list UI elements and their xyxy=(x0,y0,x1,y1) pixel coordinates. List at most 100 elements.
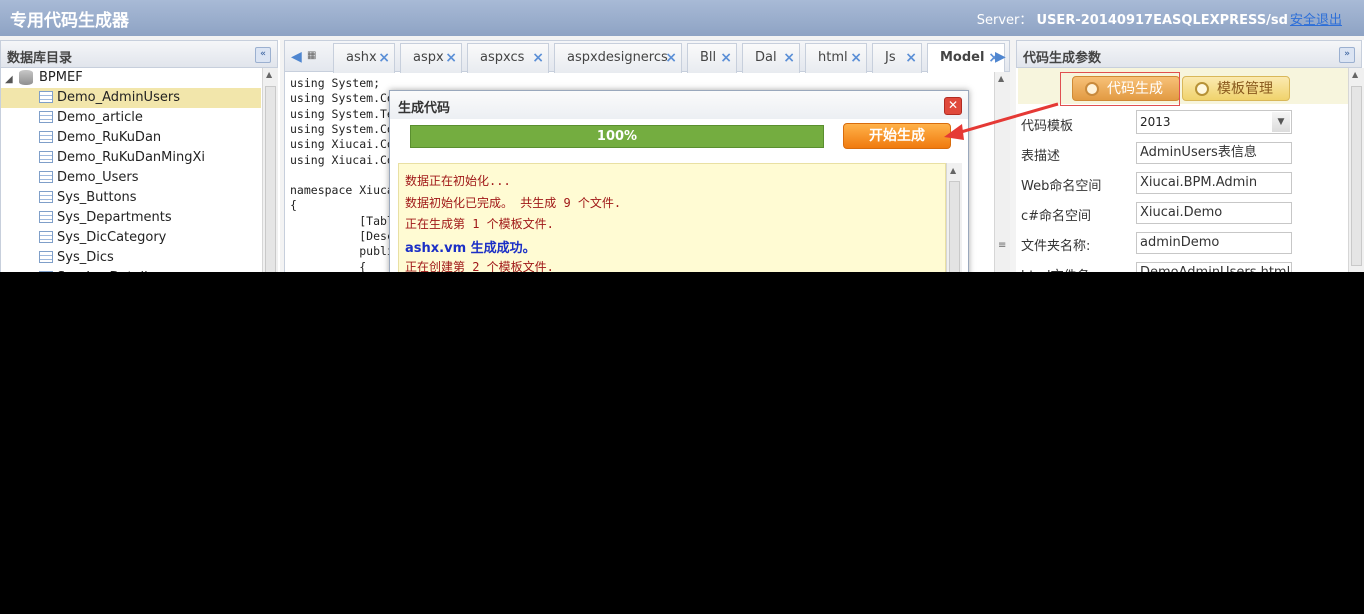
template-manage-button[interactable]: 模板管理 xyxy=(1182,76,1290,101)
close-icon[interactable]: × xyxy=(720,44,732,72)
tab-ashx[interactable]: ashx × xyxy=(333,43,395,73)
close-icon[interactable]: × xyxy=(378,44,390,72)
tab-html[interactable]: html × xyxy=(805,43,867,73)
table-icon xyxy=(39,251,53,263)
code-line: publi xyxy=(290,244,394,259)
log-scrollbar[interactable]: ▲ xyxy=(946,163,962,272)
close-icon[interactable]: × xyxy=(783,44,795,72)
params-panel: 代码生成参数 » 代码生成 模板管理 代码模板 2013 ▼ 表描述 AdminUser… xyxy=(1016,40,1364,272)
code-line: [Desc xyxy=(290,229,394,243)
field-label: Web命名空间 xyxy=(1021,179,1102,194)
tab-aspxdesignercs[interactable]: aspxdesignercs × xyxy=(554,43,682,73)
tree-item[interactable]: Sys_LogDetail xyxy=(1,268,261,272)
log-line: 正在生成第 1 个模板文件. xyxy=(405,217,554,231)
tree-item-label: Sys_Departments xyxy=(57,210,172,225)
tree-item[interactable]: Demo_article xyxy=(1,108,261,128)
gear-icon xyxy=(1195,82,1209,96)
scroll-thumb[interactable] xyxy=(1351,86,1362,266)
tree-item[interactable]: Demo_AdminUsers xyxy=(1,88,261,108)
scroll-thumb[interactable] xyxy=(949,181,960,272)
field-label: 表描述 xyxy=(1021,149,1061,164)
tab-model[interactable]: Model × xyxy=(927,43,1005,73)
tab-label: Dal xyxy=(755,50,777,65)
text-field[interactable]: AdminUsers表信息 xyxy=(1136,142,1292,164)
field-label: html文件名 xyxy=(1021,265,1090,272)
action-bar: 代码生成 模板管理 xyxy=(1018,68,1354,106)
tab-js[interactable]: Js × xyxy=(872,43,922,73)
params-scrollbar[interactable]: ▲ xyxy=(1348,68,1364,272)
tree-item-label: Demo_AdminUsers xyxy=(57,90,180,105)
scroll-up-icon[interactable]: ▲ xyxy=(950,166,956,175)
code-line: using System.Te xyxy=(290,106,394,121)
field-label: 文件夹名称: xyxy=(1021,239,1091,254)
highlight-box xyxy=(1060,72,1180,106)
tab-aspx[interactable]: aspx × xyxy=(400,43,462,73)
tab-bll[interactable]: Bll × xyxy=(687,43,737,73)
close-icon[interactable]: × xyxy=(532,44,544,72)
tree-item[interactable]: Sys_Buttons xyxy=(1,188,261,208)
text-field[interactable]: Xiucai.Demo xyxy=(1136,202,1292,224)
tab-scroll-left-icon[interactable]: ◀ xyxy=(291,49,302,65)
form-row: Web命名空间 Xiucai.BPM.Admin xyxy=(1020,172,1350,196)
chevron-down-icon[interactable]: ▼ xyxy=(1272,112,1290,132)
tree-item-label: Sys_LogDetail xyxy=(57,268,148,272)
collapse-left-icon[interactable]: « xyxy=(255,47,271,63)
tab-label: html xyxy=(818,50,848,65)
tab-bar: ◀ ▦ ashx × aspx × aspxcs × aspxdesignercs × Bll ×… xyxy=(284,40,1010,73)
code-line: using Xiucai.Co xyxy=(290,137,394,152)
title-bar: 专用代码生成器 Server： USER-20140917EASQLEXPRES… xyxy=(0,0,1364,36)
tree-item[interactable]: Demo_RuKuDanMingXi xyxy=(1,148,261,168)
tab-label: Bll xyxy=(700,50,717,65)
tree-item[interactable]: Sys_Dics xyxy=(1,248,261,268)
code-line: { xyxy=(290,259,367,272)
close-icon[interactable]: × xyxy=(445,44,457,72)
tree-item[interactable]: Sys_Departments xyxy=(1,208,261,228)
text-field[interactable]: DemoAdminUsers.html xyxy=(1136,262,1292,272)
scroll-up-icon[interactable]: ▲ xyxy=(998,74,1004,83)
scroll-grip-icon[interactable]: ≡ xyxy=(998,240,1006,251)
database-panel-header: 数据库目录 « xyxy=(0,40,278,68)
template-select[interactable]: 2013 ▼ xyxy=(1136,110,1292,134)
collapse-right-icon[interactable]: » xyxy=(1339,47,1355,63)
close-icon[interactable]: × xyxy=(665,44,677,72)
app-window: 专用代码生成器 Server： USER-20140917EASQLEXPRES… xyxy=(0,0,1364,272)
code-line: using System.Co xyxy=(290,91,394,106)
logout-link[interactable]: 安全退出 xyxy=(1290,13,1342,28)
code-line: using System.Co xyxy=(290,121,394,136)
code-line: [Tabl xyxy=(290,213,394,228)
select-value: 2013 xyxy=(1140,115,1171,129)
expand-icon[interactable]: ◢ xyxy=(5,70,13,90)
tab-list-icon[interactable]: ▦ xyxy=(307,50,316,61)
close-icon[interactable]: × xyxy=(850,44,862,72)
generation-log: 数据正在初始化... 数据初始化已完成。 共生成 9 个文件. 正在生成第 1 个模… xyxy=(398,163,946,272)
tree-item-label: Demo_Users xyxy=(57,170,139,185)
tree-item[interactable]: Demo_Users xyxy=(1,168,261,188)
log-line: 数据初始化已完成。 共生成 9 个文件. xyxy=(405,195,622,210)
tab-dal[interactable]: Dal × xyxy=(742,43,800,73)
scroll-up-icon[interactable]: ▲ xyxy=(266,70,272,79)
tab-scroll-right-icon[interactable]: ▶ xyxy=(995,49,1006,65)
tree-scrollbar[interactable]: ▲ xyxy=(262,68,278,272)
form-row: 代码模板 2013 ▼ xyxy=(1020,110,1350,136)
tree-item[interactable]: Sys_DicCategory xyxy=(1,228,261,248)
scroll-up-icon[interactable]: ▲ xyxy=(1352,70,1358,79)
start-generate-button[interactable]: 开始生成 xyxy=(843,123,951,149)
params-panel-title: 代码生成参数 xyxy=(1023,51,1102,66)
text-field[interactable]: adminDemo xyxy=(1136,232,1292,254)
tree-item-label: Sys_Dics xyxy=(57,250,114,265)
progress-label: 100% xyxy=(596,129,638,144)
form-row: html文件名 DemoAdminUsers.html xyxy=(1020,262,1350,272)
table-icon xyxy=(39,171,53,183)
tree-item-label: Sys_Buttons xyxy=(57,190,137,205)
scroll-thumb[interactable] xyxy=(265,86,276,272)
tree-root[interactable]: ◢ BPMEF xyxy=(1,68,261,88)
table-icon xyxy=(39,111,53,123)
tab-aspxcs[interactable]: aspxcs × xyxy=(467,43,549,73)
app-title: 专用代码生成器 xyxy=(10,11,129,31)
tree-item[interactable]: Demo_RuKuDan xyxy=(1,128,261,148)
database-panel: 数据库目录 « ◢ BPMEF Demo_AdminUsers Demo_arti… xyxy=(0,40,280,272)
text-field[interactable]: Xiucai.BPM.Admin xyxy=(1136,172,1292,194)
tab-label: Js xyxy=(885,50,896,65)
database-panel-title: 数据库目录 xyxy=(7,51,73,66)
close-icon[interactable]: × xyxy=(905,44,917,72)
